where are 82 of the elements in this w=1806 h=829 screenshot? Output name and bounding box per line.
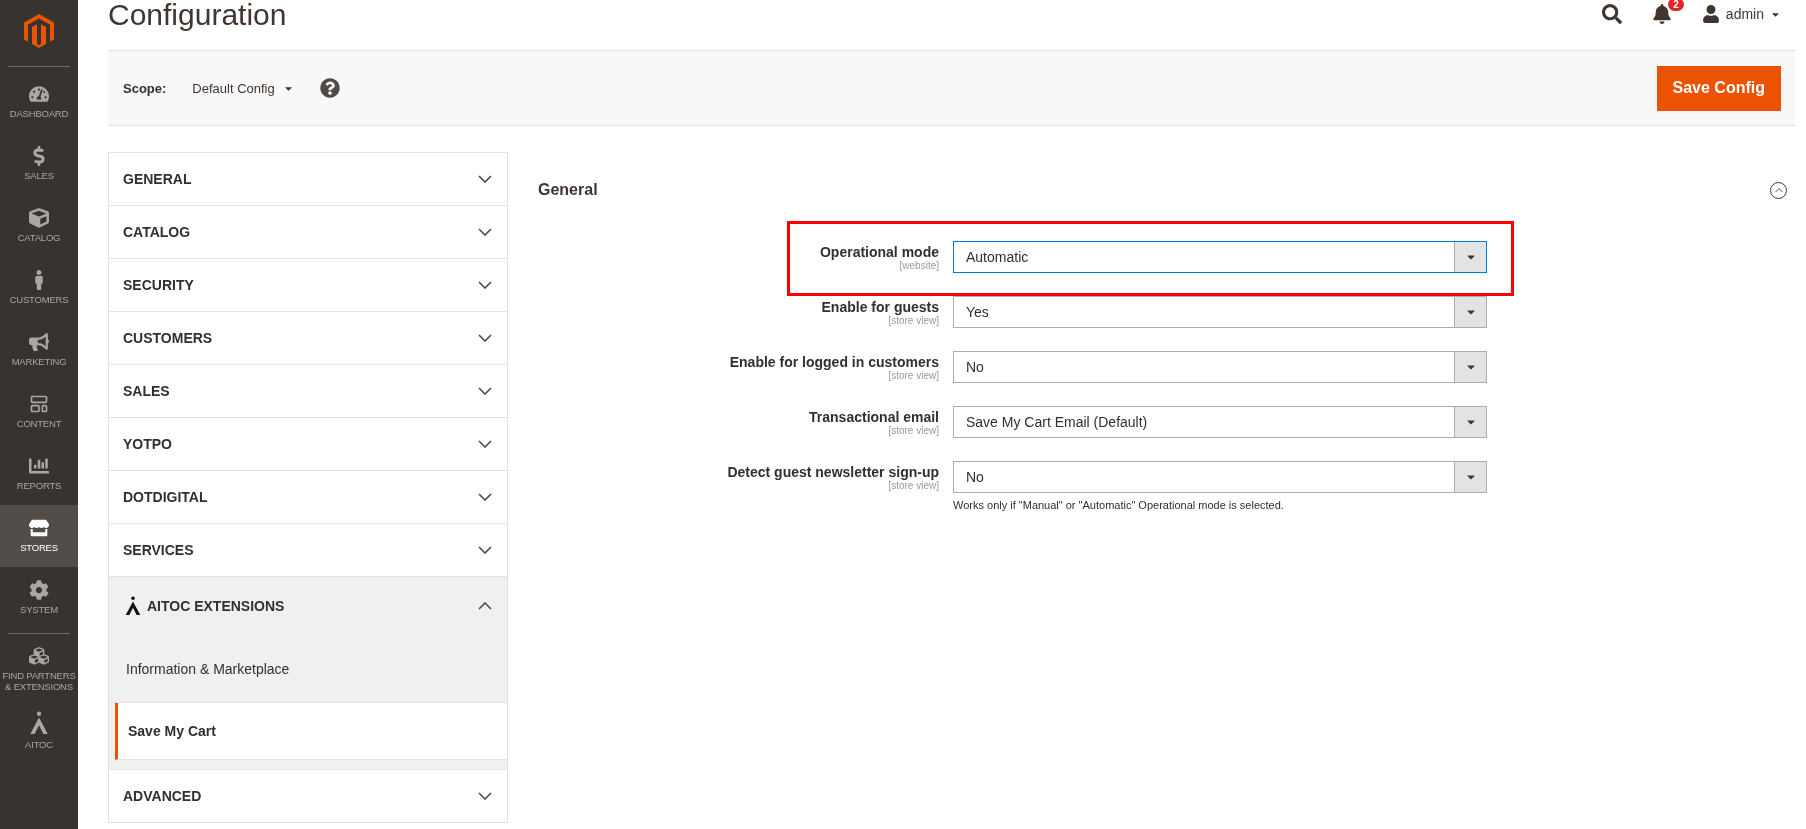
nav-section-label: AITOC EXTENSIONS [147,598,285,614]
chevron-down-icon [478,387,492,395]
nav-section-label: DOTDIGITAL [123,489,208,505]
select-field[interactable]: Yes [953,296,1487,328]
help-icon[interactable] [319,78,340,98]
nav-section[interactable]: SERVICES [108,523,508,577]
chevron-down-icon [478,792,492,800]
user-icon [1701,5,1720,23]
gear-icon [29,580,49,601]
scope-switcher[interactable]: Default Config [192,80,294,96]
nav-section[interactable]: SALES [108,364,508,418]
chevron-up-icon [478,602,492,610]
section-title: General [538,181,598,199]
nav-section-label: SERVICES [123,542,194,558]
chevron-down-icon [478,440,492,448]
page-title: Configuration [108,0,287,30]
scope-hint: [store view] [888,315,939,326]
nav-section[interactable]: DOTDIGITAL [108,470,508,524]
cube-icon [29,208,49,229]
user-menu[interactable]: admin [1701,5,1781,23]
a-shape-logo-icon [123,596,143,616]
sidebar-item[interactable]: MARKETING [0,319,78,381]
blocks-icon [29,645,49,666]
scope-hint: [website] [899,260,939,271]
sidebar-item[interactable]: AITOC [0,700,78,762]
sidebar-item[interactable]: SALES [0,133,78,195]
chevron-down-icon [478,281,492,289]
scope-label: Scope: [123,80,167,96]
nav-section[interactable]: SECURITY [108,258,508,312]
field-note: Works only if "Manual" or "Automatic" Operational mode is selected. [953,499,1285,511]
nav-section-label: SECURITY [123,277,194,293]
nav-section[interactable]: YOTPO [108,417,508,471]
chevron-down-icon [478,493,492,501]
collapse-button[interactable] [1770,181,1787,199]
sidebar-item[interactable]: STORES [0,505,78,567]
sidebar-item[interactable]: REPORTS [0,443,78,505]
sidebar-item[interactable]: CUSTOMERS [0,257,78,319]
field-label: Enable for logged in customers [729,354,939,370]
bar-chart-icon [29,456,49,477]
select-field[interactable]: Automatic [953,241,1487,273]
a-shape-logo-icon [27,711,51,736]
nav-section-label: CUSTOMERS [123,330,213,346]
scope-hint: [store view] [888,425,939,436]
notification-count: 2 [1668,0,1684,11]
gauge-icon [29,84,49,105]
hexagon-logo-icon [24,14,54,48]
nav-section[interactable]: AITOC EXTENSIONS [108,576,508,636]
nav-section-label: GENERAL [123,171,192,187]
field-label: Transactional email [809,409,939,425]
chevron-up-icon [1774,187,1783,193]
field-label: Enable for guests [821,299,939,315]
nav-section-label: SALES [123,383,170,399]
select-field[interactable]: Save My Cart Email (Default) [953,406,1487,438]
chevron-down-icon [478,228,492,236]
layout-icon [29,394,49,415]
select-field[interactable]: No [953,351,1487,383]
nav-section-label: CATALOG [123,224,191,240]
nav-item[interactable]: Save My Cart [115,703,507,760]
select-field[interactable]: No [953,461,1487,493]
nav-section[interactable]: CATALOG [108,205,508,259]
chevron-down-icon [478,546,492,554]
sidebar-item[interactable]: FIND PARTNERS & EXTENSIONS [0,638,78,700]
sidebar-item[interactable]: SYSTEM [0,567,78,629]
scope-hint: [store view] [888,370,939,381]
field-label: Operational mode [819,244,939,260]
chevron-down-icon [478,175,492,183]
nav-section[interactable]: CUSTOMERS [108,311,508,365]
chevron-down-icon [478,334,492,342]
nav-section[interactable]: GENERAL [108,152,508,206]
nav-section[interactable]: ADVANCED [108,769,508,823]
nav-section-label: YOTPO [123,436,172,452]
bell-icon[interactable] [1651,4,1672,24]
sidebar-item[interactable]: CATALOG [0,195,78,257]
field-label: Detect guest newsletter sign-up [727,464,939,480]
scope-hint: [store view] [888,480,939,491]
megaphone-icon [29,332,49,353]
sidebar-item[interactable]: CONTENT [0,381,78,443]
search-icon[interactable] [1601,4,1622,24]
save-config-button[interactable]: Save Config [1656,65,1781,111]
nav-section-label: ADVANCED [123,788,202,804]
sidebar-item[interactable]: DASHBOARD [0,71,78,133]
storefront-icon [29,518,49,539]
